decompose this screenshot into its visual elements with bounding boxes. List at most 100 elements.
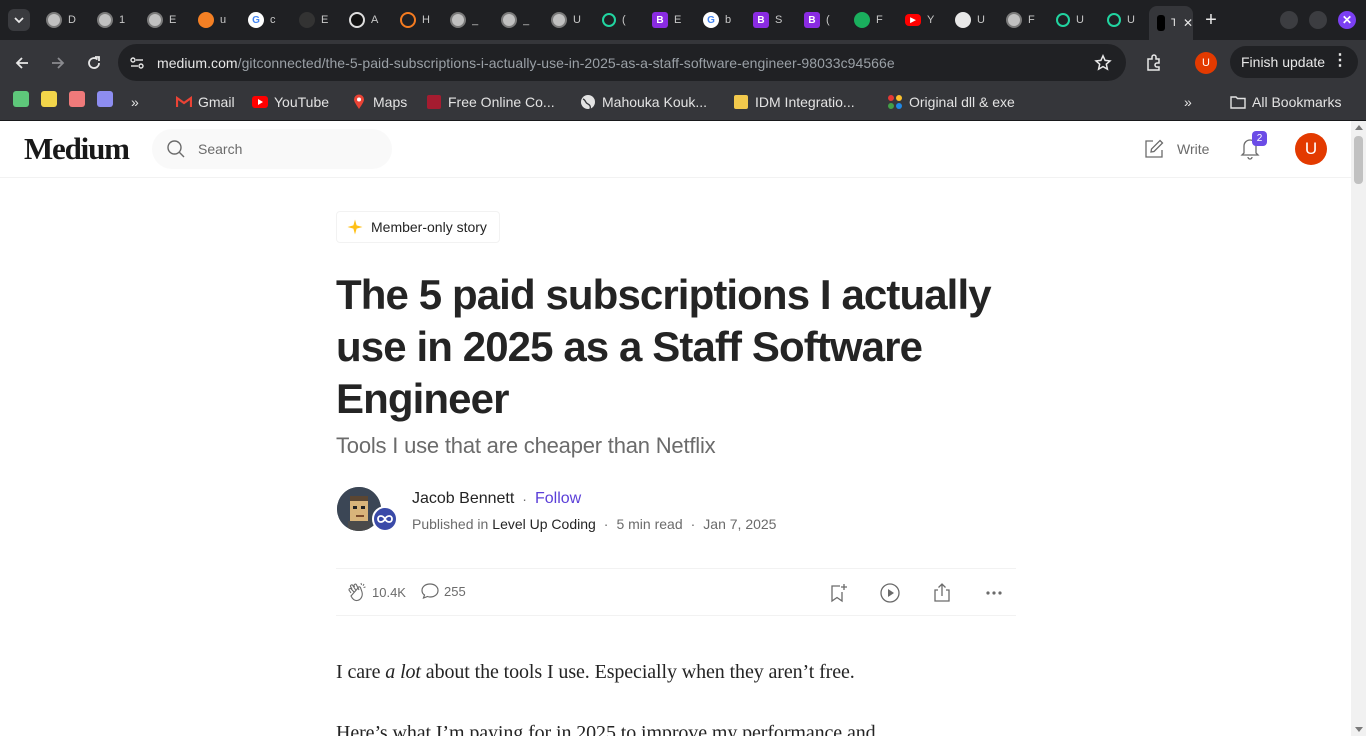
- medium-article-page: Medium Search Write 2 U Member-only stor…: [0, 121, 1351, 736]
- stack-icon: [198, 12, 214, 28]
- publication-logo[interactable]: [372, 506, 398, 532]
- forward-button[interactable]: [46, 51, 70, 75]
- bookmark-mahouka-kouk[interactable]: Mahouka Kouk...: [580, 92, 707, 112]
- browser-tab[interactable]: E: [139, 6, 187, 34]
- publish-date: Jan 7, 2025: [703, 516, 777, 532]
- user-avatar[interactable]: U: [1295, 133, 1327, 165]
- extensions-button[interactable]: [1142, 51, 1166, 75]
- browser-tab[interactable]: U: [543, 6, 591, 34]
- article-paragraph-1: I care a lot about the tools I use. Espe…: [336, 661, 1016, 684]
- bookmark-idm-integratio[interactable]: IDM Integratio...: [733, 92, 855, 112]
- clap-button[interactable]: 10.4K: [346, 581, 406, 603]
- puzzle-icon: [1147, 54, 1160, 71]
- browser-tab-title: _: [472, 14, 479, 26]
- bookmark-youtube[interactable]: YouTube: [252, 92, 329, 112]
- more-options-button[interactable]: [982, 581, 1006, 605]
- medium-logo[interactable]: Medium: [24, 131, 130, 167]
- browser-tab[interactable]: ▶ Y: [897, 6, 945, 34]
- notifications-button[interactable]: 2: [1238, 131, 1267, 161]
- save-button[interactable]: [826, 581, 850, 605]
- minimize-button[interactable]: [1280, 11, 1298, 29]
- bookmark-gmail[interactable]: Gmail: [176, 92, 235, 112]
- article-meta: Published in Level Up Coding · 5 min rea…: [412, 516, 776, 532]
- openai-icon: [349, 12, 365, 28]
- listen-button[interactable]: [878, 581, 902, 605]
- bookmark-label: Original dll & exe: [909, 94, 1015, 110]
- search-input[interactable]: Search: [152, 129, 392, 169]
- bookmark-free-online-co[interactable]: Free Online Co...: [426, 92, 555, 112]
- browser-tab[interactable]: H: [392, 6, 440, 34]
- browser-tab[interactable]: (: [594, 6, 642, 34]
- member-only-label: Member-only story: [371, 219, 487, 235]
- browser-tab[interactable]: BS: [745, 6, 793, 34]
- react-icon: [1056, 13, 1070, 27]
- all-bookmarks-button[interactable]: All Bookmarks: [1230, 92, 1341, 112]
- browser-tab-strip: D 1 Eu Gc E A H _ _ U(B E Gb B S B(F ▶ Y U F U U T ✕ + ✕: [0, 0, 1366, 40]
- harvard-icon: [426, 94, 442, 110]
- bookmark-star-icon[interactable]: [1094, 54, 1112, 72]
- write-label: Write: [1177, 141, 1210, 157]
- browser-tab[interactable]: 1: [89, 6, 137, 34]
- browser-tab[interactable]: _: [442, 6, 490, 34]
- finish-update-button[interactable]: Finish update ⋮: [1230, 46, 1358, 78]
- author-line: Jacob Bennett · Follow: [412, 490, 581, 508]
- menu-dots-icon: ⋮: [1332, 52, 1348, 69]
- profile-button[interactable]: U: [1195, 52, 1217, 74]
- paragraph-1-start: I care: [336, 661, 386, 683]
- browser-tab[interactable]: Gc: [240, 6, 288, 34]
- bookmark-original-dll-exe[interactable]: Original dll & exe: [887, 92, 1015, 112]
- bookmark-folder-green-icon[interactable]: [13, 91, 29, 107]
- browser-tab[interactable]: _: [493, 6, 541, 34]
- publication-link[interactable]: Level Up Coding: [492, 516, 596, 532]
- bookmark-maps[interactable]: Maps: [351, 92, 407, 112]
- globe-icon: [580, 94, 596, 110]
- browser-tab[interactable]: B(: [796, 6, 844, 34]
- close-tab-icon[interactable]: ✕: [1183, 16, 1193, 30]
- scrollbar-thumb[interactable]: [1354, 136, 1363, 184]
- dll-icon: [887, 94, 903, 110]
- browser-tab[interactable]: U: [1048, 6, 1096, 34]
- bookmarks-overflow-left[interactable]: »: [131, 92, 139, 112]
- tab-search-button[interactable]: [8, 9, 30, 31]
- bookmark-folder-red-icon[interactable]: [69, 91, 85, 107]
- site-settings-icon[interactable]: [129, 55, 145, 71]
- back-button[interactable]: [10, 51, 34, 75]
- browser-tab[interactable]: D: [38, 6, 86, 34]
- browser-tab[interactable]: E: [291, 6, 339, 34]
- maximize-button[interactable]: [1309, 11, 1327, 29]
- new-tab-button[interactable]: +: [1200, 9, 1222, 31]
- clap-count: 10.4K: [372, 584, 406, 600]
- bookmarks-overflow-right[interactable]: »: [1184, 92, 1192, 112]
- scroll-down-arrow-icon[interactable]: [1355, 727, 1363, 732]
- browser-tab[interactable]: U: [947, 6, 995, 34]
- address-bar[interactable]: medium.com/gitconnected/the-5-paid-subsc…: [118, 44, 1126, 81]
- chevron-down-icon: [14, 17, 24, 24]
- scroll-up-arrow-icon[interactable]: [1355, 125, 1363, 130]
- browser-tab[interactable]: U: [1099, 6, 1147, 34]
- bookmark-folder-yellow-icon[interactable]: [41, 91, 57, 107]
- author-name[interactable]: Jacob Bennett: [412, 490, 514, 508]
- follow-button[interactable]: Follow: [535, 490, 581, 508]
- browser-tab-title: u: [220, 14, 227, 26]
- browser-tab[interactable]: Gb: [695, 6, 743, 34]
- browser-tab-title: A: [371, 14, 379, 26]
- article-title: The 5 paid subscriptions I actually use …: [336, 271, 992, 422]
- bookmark-folder-purple-icon[interactable]: [97, 91, 113, 107]
- browser-tab[interactable]: A: [341, 6, 389, 34]
- write-button[interactable]: Write: [1143, 138, 1209, 160]
- user-avatar-initial: U: [1304, 139, 1318, 158]
- close-window-button[interactable]: ✕: [1338, 11, 1356, 29]
- article-paragraph-2: Here’s what I’m paying for in 2025 to im…: [336, 722, 876, 736]
- browser-tab-title: E: [674, 14, 682, 26]
- browser-tab[interactable]: BE: [644, 6, 692, 34]
- article-subtitle: Tools I use that are cheaper than Netfli…: [336, 433, 716, 458]
- browser-tab[interactable]: F: [998, 6, 1046, 34]
- browser-tab[interactable]: F: [846, 6, 894, 34]
- bootstrap-icon: B: [804, 12, 820, 28]
- responses-button[interactable]: 255: [420, 581, 466, 601]
- browser-tab[interactable]: T ✕: [1149, 6, 1193, 40]
- browser-tab[interactable]: u: [190, 6, 238, 34]
- share-button[interactable]: [930, 581, 954, 605]
- reload-button[interactable]: [82, 51, 106, 75]
- page-scrollbar[interactable]: [1351, 121, 1366, 736]
